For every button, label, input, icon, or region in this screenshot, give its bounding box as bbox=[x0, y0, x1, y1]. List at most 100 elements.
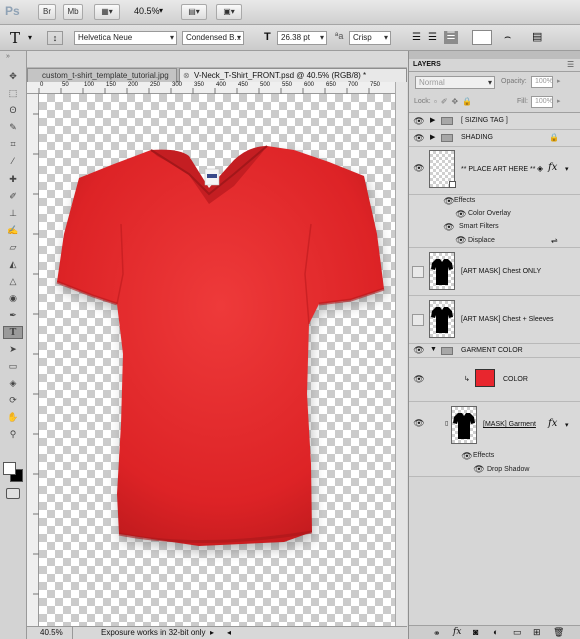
eye-icon[interactable]: 👁 bbox=[412, 163, 426, 175]
healing-brush-tool-icon[interactable]: ✚ bbox=[3, 173, 23, 186]
visibility-toggle[interactable] bbox=[412, 314, 424, 326]
antialias-select[interactable]: Crisp bbox=[349, 31, 391, 45]
chevron-down-icon[interactable]: ▾ bbox=[565, 421, 569, 429]
chevron-right-icon[interactable]: ▸ bbox=[557, 97, 561, 105]
text-orientation-icon[interactable]: ↕ bbox=[47, 31, 63, 45]
zoom-level-dropdown[interactable]: 40.5% bbox=[134, 6, 160, 16]
status-menu-icon[interactable]: ▸ bbox=[210, 628, 214, 637]
tab-custom-t-shirt-template[interactable]: custom_t-shirt_template_tutorial.jpg bbox=[27, 68, 177, 82]
link-layers-icon[interactable]: ⚭ bbox=[433, 628, 441, 639]
drop-shadow-row[interactable]: 👁 Drop Shadow bbox=[409, 463, 580, 477]
layer-row-color[interactable]: 👁 ↳ COLOR bbox=[409, 358, 580, 402]
arrange-documents-button[interactable]: ▤▾ bbox=[181, 4, 207, 20]
align-right-icon[interactable]: ☰ bbox=[444, 31, 458, 44]
type-tool-icon[interactable]: T bbox=[3, 326, 23, 339]
brush-tool-icon[interactable]: ✐ bbox=[3, 190, 23, 203]
layer-row-sizing-tag[interactable]: 👁 ▶ [ SIZING TAG ] bbox=[409, 113, 580, 130]
align-center-icon[interactable]: ☰ bbox=[428, 32, 437, 43]
type-tool-preset[interactable]: T bbox=[10, 29, 20, 47]
font-style-select[interactable]: Condensed B... bbox=[182, 31, 244, 45]
eraser-tool-icon[interactable]: ▱ bbox=[3, 241, 23, 254]
quick-mask-icon[interactable] bbox=[6, 488, 20, 499]
pen-tool-icon[interactable]: ✒ bbox=[3, 309, 23, 322]
expand-arrow-icon[interactable]: ▼ bbox=[430, 346, 437, 353]
lasso-tool-icon[interactable]: ʘ bbox=[3, 104, 23, 117]
document-canvas[interactable] bbox=[39, 94, 395, 626]
blur-tool-icon[interactable]: △ bbox=[3, 275, 23, 288]
move-tool-icon[interactable]: ✥ bbox=[3, 70, 23, 83]
chevron-down-icon[interactable]: ▾ bbox=[565, 165, 569, 173]
history-brush-tool-icon[interactable]: ✍ bbox=[3, 224, 23, 237]
color-fill-thumbnail[interactable] bbox=[475, 369, 495, 387]
text-color-swatch[interactable] bbox=[472, 30, 492, 45]
panel-collapse-icon[interactable]: » bbox=[6, 53, 10, 60]
eye-icon[interactable]: 👁 bbox=[412, 116, 426, 128]
trash-icon[interactable]: 🗑 bbox=[553, 627, 564, 638]
eye-icon[interactable]: 👁 bbox=[442, 222, 456, 234]
vertical-scrollbar[interactable] bbox=[395, 82, 407, 626]
panel-menu-icon[interactable]: ☰ bbox=[567, 60, 574, 69]
3d-rotate-tool-icon[interactable]: ◈ bbox=[3, 377, 23, 390]
shape-tool-icon[interactable]: ▭ bbox=[3, 360, 23, 373]
mini-bridge-button[interactable]: Mb bbox=[63, 4, 83, 20]
warp-text-icon[interactable]: ⌢ bbox=[504, 31, 511, 44]
screen-mode-button[interactable]: ▣▾ bbox=[216, 4, 242, 20]
eye-icon[interactable]: 👁 bbox=[412, 374, 426, 386]
filter-options-icon[interactable]: ⇌ bbox=[551, 236, 558, 245]
opacity-input[interactable]: 100% bbox=[531, 76, 553, 88]
fill-input[interactable]: 100% bbox=[531, 96, 553, 108]
tab-v-neck-t-shirt-front[interactable]: ⊗ V-Neck_T-Shirt_FRONT.psd @ 40.5% (RGB/… bbox=[179, 68, 407, 82]
3d-orbit-tool-icon[interactable]: ⟳ bbox=[3, 394, 23, 407]
fx-icon[interactable]: fx bbox=[548, 162, 557, 173]
quick-selection-tool-icon[interactable]: ✎ bbox=[3, 121, 23, 134]
view-extras-button[interactable]: ▦▾ bbox=[94, 4, 120, 20]
displace-row[interactable]: 👁 Displace ⇌ bbox=[409, 234, 580, 248]
clone-stamp-tool-icon[interactable]: ⊥ bbox=[3, 207, 23, 220]
layer-row-shading[interactable]: 👁 ▶ SHADING 🔒 bbox=[409, 130, 580, 147]
expand-arrow-icon[interactable]: ▶ bbox=[430, 133, 435, 141]
layer-row-garment-color[interactable]: 👁 ▼ GARMENT COLOR bbox=[409, 344, 580, 358]
visibility-toggle[interactable] bbox=[412, 266, 424, 278]
eye-icon[interactable]: 👁 bbox=[454, 235, 468, 247]
smart-filters-row[interactable]: 👁 Smart Filters bbox=[409, 221, 580, 234]
marquee-tool-icon[interactable]: ⬚ bbox=[3, 87, 23, 100]
layer-row-place-art-here[interactable]: 👁 ** PLACE ART HERE ** ◈ fx ▾ bbox=[409, 147, 580, 195]
layers-panel-title[interactable]: LAYERS bbox=[413, 61, 441, 68]
align-left-icon[interactable]: ☰ bbox=[412, 32, 421, 43]
lock-icons[interactable]: ▫✐✥🔒 bbox=[434, 97, 476, 106]
font-family-select[interactable]: Helvetica Neue bbox=[74, 31, 177, 45]
eye-icon[interactable]: 👁 bbox=[412, 345, 426, 357]
hand-tool-icon[interactable]: ✋ bbox=[3, 411, 23, 424]
zoom-tool-icon[interactable]: ⚲ bbox=[3, 428, 23, 441]
eyedropper-tool-icon[interactable]: ⁄ bbox=[3, 155, 23, 168]
effects-row[interactable]: 👁 Effects bbox=[409, 450, 580, 463]
new-layer-icon[interactable]: ⊞ bbox=[533, 627, 541, 638]
effects-row[interactable]: 👁 Effects bbox=[409, 195, 580, 208]
character-panel-icon[interactable]: ▤ bbox=[532, 30, 542, 43]
font-size-input[interactable]: 26.38 pt bbox=[277, 31, 327, 45]
expand-arrow-icon[interactable]: ▶ bbox=[430, 116, 435, 124]
crop-tool-icon[interactable]: ⌗ bbox=[3, 138, 23, 151]
layer-row-mask-garment[interactable]: 👁 ▯ [MASK] Garment fx ▾ bbox=[409, 402, 580, 450]
path-selection-tool-icon[interactable]: ➤ bbox=[3, 343, 23, 356]
eye-icon[interactable]: 👁 bbox=[472, 464, 486, 476]
adjustment-layer-icon[interactable]: ◐ bbox=[493, 627, 498, 637]
layer-row-art-mask-chest-sleeves[interactable]: [ART MASK] Chest + Sleeves bbox=[409, 296, 580, 344]
layer-row-art-mask-chest-only[interactable]: [ART MASK] Chest ONLY bbox=[409, 248, 580, 296]
new-group-icon[interactable]: ▭ bbox=[513, 627, 522, 638]
status-zoom[interactable]: 40.5% bbox=[40, 628, 63, 637]
fx-icon[interactable]: fx bbox=[548, 418, 557, 429]
scroll-left-icon[interactable]: ◂ bbox=[227, 628, 231, 637]
eye-icon[interactable]: 👁 bbox=[412, 418, 426, 430]
paint-bucket-tool-icon[interactable]: ◭ bbox=[3, 258, 23, 271]
close-icon[interactable]: ⊗ bbox=[183, 69, 190, 82]
eye-icon[interactable]: 👁 bbox=[412, 133, 426, 145]
blend-mode-select[interactable]: Normal bbox=[415, 76, 495, 89]
eye-icon[interactable]: 👁 bbox=[454, 209, 468, 221]
bridge-button[interactable]: Br bbox=[38, 4, 56, 20]
add-style-icon[interactable]: fx bbox=[453, 627, 461, 637]
add-mask-icon[interactable]: ◙ bbox=[473, 627, 478, 637]
chevron-right-icon[interactable]: ▸ bbox=[557, 77, 561, 85]
eye-icon[interactable]: 👁 bbox=[460, 451, 474, 463]
color-overlay-row[interactable]: 👁 Color Overlay bbox=[409, 208, 580, 221]
